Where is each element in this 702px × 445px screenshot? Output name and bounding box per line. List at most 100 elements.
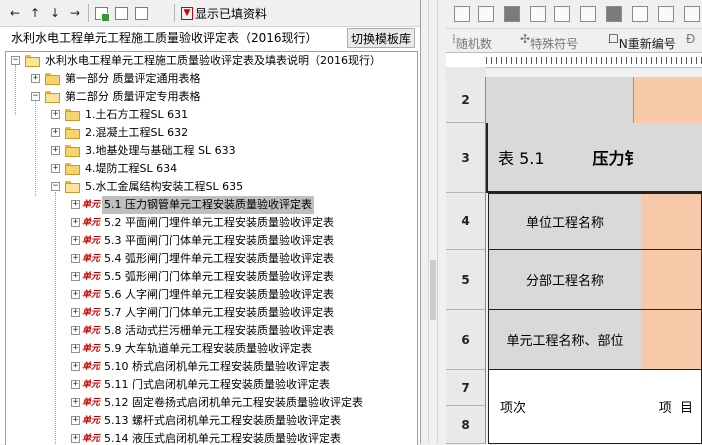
table-icon[interactable] xyxy=(658,6,674,22)
tree-node-part2[interactable]: − 第二部分 质量评定专用表格 xyxy=(6,88,417,106)
tree-item[interactable]: + 单元 5.1 压力钢管单元工程安装质量验收评定表 xyxy=(6,196,417,214)
show-filled-label: 显示已填资料 xyxy=(195,6,268,21)
expand-icon[interactable]: + xyxy=(71,236,80,245)
tree-item-label: 5.1 压力钢管单元工程安装质量验收评定表 xyxy=(102,196,314,214)
tree-node-section[interactable]: − 5.水工金属结构安装工程SL 635 xyxy=(6,178,417,196)
tree-item[interactable]: + 单元 5.11 门式启闭机单元工程安装质量验收评定表 xyxy=(6,376,417,394)
row-header[interactable]: 3 xyxy=(446,123,486,193)
tree-item[interactable]: + 单元 5.8 活动式拦污栅单元工程安装质量验收评定表 xyxy=(6,322,417,340)
input-cell[interactable] xyxy=(641,249,702,310)
collapse-icon[interactable]: − xyxy=(51,182,60,191)
expand-icon[interactable]: + xyxy=(51,164,60,173)
label-cell[interactable]: 分部工程名称 xyxy=(488,249,642,310)
tree-item[interactable]: + 单元 5.2 平面闸门埋件单元工程安装质量验收评定表 xyxy=(6,214,417,232)
input-cell[interactable] xyxy=(641,193,702,250)
row-header[interactable]: 5 xyxy=(446,250,486,310)
expand-icon[interactable]: + xyxy=(31,74,40,83)
item-header[interactable]: 项 目 xyxy=(537,369,702,444)
expand-icon[interactable]: + xyxy=(71,344,80,353)
row-header[interactable]: 7 xyxy=(446,370,486,406)
arrow-left-icon[interactable]: ← xyxy=(6,4,24,22)
expand-icon[interactable]: + xyxy=(51,110,60,119)
border-icon[interactable] xyxy=(580,6,596,22)
sheet-cell[interactable] xyxy=(486,77,634,123)
sheet-cell[interactable] xyxy=(634,77,702,123)
expand-icon[interactable]: + xyxy=(71,218,80,227)
template-tree: − 水利水电工程单元工程施工质量验收评定表及填表说明（2016现行） + 第一部… xyxy=(5,51,418,445)
tree-node-section[interactable]: + 2.混凝土工程SL 632 xyxy=(6,124,417,142)
align-icon[interactable] xyxy=(530,6,546,22)
row-header[interactable]: 2 xyxy=(446,77,486,123)
tree-item-label: 5.8 活动式拦污栅单元工程安装质量验收评定表 xyxy=(104,324,334,337)
lock-icon[interactable] xyxy=(632,6,648,22)
tree-node-root[interactable]: − 水利水电工程单元工程施工质量验收评定表及填表说明（2016现行） xyxy=(6,52,417,70)
grid-icon[interactable] xyxy=(606,6,622,22)
unit-doc-icon: 单元 xyxy=(82,218,101,228)
scrollbar-thumb[interactable] xyxy=(430,260,436,320)
more-button[interactable]: Đ xyxy=(686,32,695,46)
tree-item[interactable]: + 单元 5.5 弧形闸门门体单元工程安装质量验收评定表 xyxy=(6,268,417,286)
expand-icon[interactable]: + xyxy=(71,362,80,371)
splitter-scrollbar[interactable] xyxy=(428,0,438,444)
random-number-button[interactable]: ⁞ 随机数 xyxy=(452,32,492,51)
tree-item[interactable]: + 单元 5.6 人字闸门埋件单元工程安装质量验收评定表 xyxy=(6,286,417,304)
tree-item[interactable]: + 单元 5.13 螺杆式启闭机单元工程安装质量验收评定表 xyxy=(6,412,417,430)
fill-icon[interactable] xyxy=(504,6,520,22)
merge-cells-icon[interactable] xyxy=(454,6,470,22)
expand-icon[interactable]: + xyxy=(71,308,80,317)
line-spacing-icon[interactable] xyxy=(684,6,700,22)
tree-node-section[interactable]: + 4.堤防工程SL 634 xyxy=(6,160,417,178)
folder-open-icon xyxy=(65,181,80,193)
tree-item[interactable]: + 单元 5.10 桥式启闭机单元工程安装质量验收评定表 xyxy=(6,358,417,376)
tree-node-part1[interactable]: + 第一部分 质量评定通用表格 xyxy=(6,70,417,88)
unit-doc-icon: 单元 xyxy=(82,290,101,300)
tree-item[interactable]: + 单元 5.3 平面闸门门体单元工程安装质量验收评定表 xyxy=(6,232,417,250)
row-header[interactable]: 6 xyxy=(446,310,486,370)
expand-icon[interactable]: + xyxy=(71,272,80,281)
tree-item[interactable]: + 单元 5.14 液压式启闭机单元工程安装质量验收评定表 xyxy=(6,430,417,445)
unit-doc-icon: 单元 xyxy=(82,308,101,318)
input-cell[interactable] xyxy=(641,309,702,370)
expand-icon[interactable]: + xyxy=(71,434,80,443)
unit-doc-icon: 单元 xyxy=(82,254,101,264)
collapse-icon[interactable]: − xyxy=(11,56,20,65)
arrow-right-icon[interactable]: → xyxy=(66,4,84,22)
copy-icon[interactable] xyxy=(112,4,130,22)
expand-icon[interactable]: + xyxy=(71,380,80,389)
arrow-up-icon[interactable]: ↑ xyxy=(26,4,44,22)
folder-icon xyxy=(65,145,80,157)
row-header[interactable]: 4 xyxy=(446,193,486,250)
row-header[interactable]: 8 xyxy=(446,406,486,444)
expand-icon[interactable]: + xyxy=(71,290,80,299)
item-no-header[interactable]: 项次 xyxy=(488,369,538,444)
tree-node-section[interactable]: + 1.土石方工程SL 631 xyxy=(6,106,417,124)
label-cell[interactable]: 单元工程名称、部位 xyxy=(488,309,642,370)
tree-item[interactable]: + 单元 5.12 固定卷扬式启闭机单元工程安装质量验收评定表 xyxy=(6,394,417,412)
expand-icon[interactable]: + xyxy=(71,200,80,209)
label-cell[interactable]: 单位工程名称 xyxy=(488,193,642,250)
tree-node-label: 第二部分 质量评定专用表格 xyxy=(65,90,201,103)
switch-template-button[interactable]: 切换模板库 xyxy=(347,28,415,48)
tree-item[interactable]: + 单元 5.4 弧形闸门埋件单元工程安装质量验收评定表 xyxy=(6,250,417,268)
tree-item[interactable]: + 单元 5.7 人字闸门门体单元工程安装质量验收评定表 xyxy=(6,304,417,322)
tree-node-label: 第一部分 质量评定通用表格 xyxy=(65,72,201,85)
tree-node-label: 1.土石方工程SL 631 xyxy=(85,108,189,121)
tree-item[interactable]: + 单元 5.9 大车轨道单元工程安装质量验收评定表 xyxy=(6,340,417,358)
expand-icon[interactable]: + xyxy=(71,398,80,407)
collapse-icon[interactable]: − xyxy=(31,92,40,101)
renumber-button[interactable]: ☐ N重新编号 xyxy=(608,32,676,51)
expand-icon[interactable]: + xyxy=(71,416,80,425)
expand-icon[interactable]: + xyxy=(51,146,60,155)
expand-icon[interactable]: + xyxy=(51,128,60,137)
expand-icon[interactable]: + xyxy=(71,254,80,263)
table-title-cell[interactable]: 表 5.1 压力钅 xyxy=(486,123,702,193)
expand-icon[interactable]: + xyxy=(71,326,80,335)
tree-node-section[interactable]: + 3.地基处理与基础工程 SL 633 xyxy=(6,142,417,160)
show-filled-button[interactable]: ▼ 显示已填资料 xyxy=(181,4,267,22)
arrow-down-icon[interactable]: ↓ xyxy=(46,4,64,22)
special-symbol-button[interactable]: ✣ 特殊符号 xyxy=(520,32,578,51)
new-sheet-icon[interactable] xyxy=(92,4,110,22)
sheet-icon[interactable] xyxy=(132,4,150,22)
split-cells-icon[interactable] xyxy=(478,6,494,22)
valign-icon[interactable] xyxy=(554,6,570,22)
